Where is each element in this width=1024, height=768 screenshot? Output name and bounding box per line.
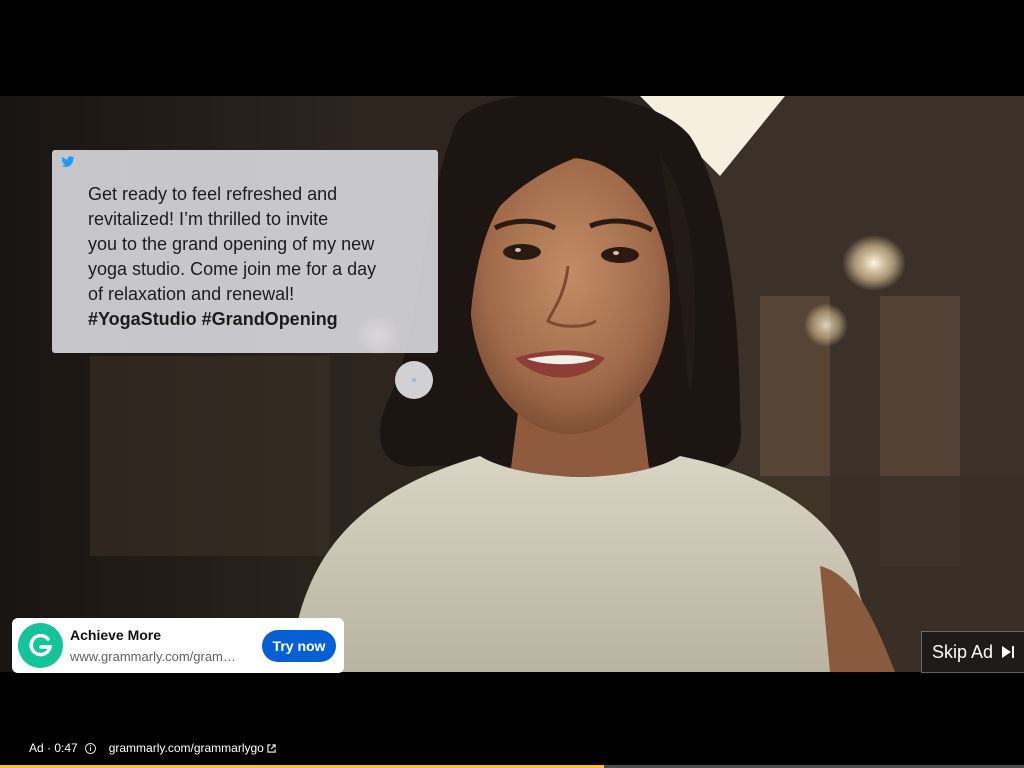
tweet-line: you to the grand opening of my new <box>88 234 375 254</box>
tweet-line: Get ready to feel refreshed and <box>88 184 338 204</box>
skip-ad-label: Skip Ad <box>932 641 994 662</box>
ad-info-bar: Ad · 0:47 grammarly.com/grammarlygo <box>0 736 1024 760</box>
grammarly-g-icon[interactable] <box>18 623 63 668</box>
sponsor-title[interactable]: Achieve More <box>70 627 161 643</box>
advertiser-link[interactable]: grammarly.com/grammarlygo <box>109 741 264 755</box>
external-link-icon[interactable] <box>267 743 276 753</box>
twitter-bird-icon <box>412 378 416 382</box>
info-icon[interactable] <box>84 742 96 754</box>
try-now-button[interactable]: Try now <box>262 630 336 662</box>
tweet-overlay-card: Get ready to feel refreshed and revitali… <box>52 150 438 353</box>
video-frame[interactable]: Get ready to feel refreshed and revitali… <box>0 96 1024 672</box>
tweet-tail-bubble <box>395 361 433 399</box>
tweet-text: Get ready to feel refreshed and revitali… <box>88 182 418 332</box>
sponsor-url[interactable]: www.grammarly.com/grammarlygo <box>70 649 240 664</box>
twitter-bird-icon <box>61 156 75 167</box>
tweet-line: of relaxation and renewal! <box>88 284 295 304</box>
ad-time-label: Ad · 0:47 <box>29 741 78 755</box>
sponsor-card[interactable]: Achieve More www.grammarly.com/grammarly… <box>12 618 344 673</box>
tweet-line: revitalized! I’m thrilled to invite <box>88 209 329 229</box>
tweet-hashtags: #YogaStudio #GrandOpening <box>88 309 338 329</box>
tweet-line: yoga studio. Come join me for a day <box>88 259 377 279</box>
video-player[interactable]: Get ready to feel refreshed and revitali… <box>0 0 1024 768</box>
skip-next-icon <box>1002 646 1015 658</box>
skip-ad-button[interactable]: Skip Ad <box>921 631 1024 673</box>
